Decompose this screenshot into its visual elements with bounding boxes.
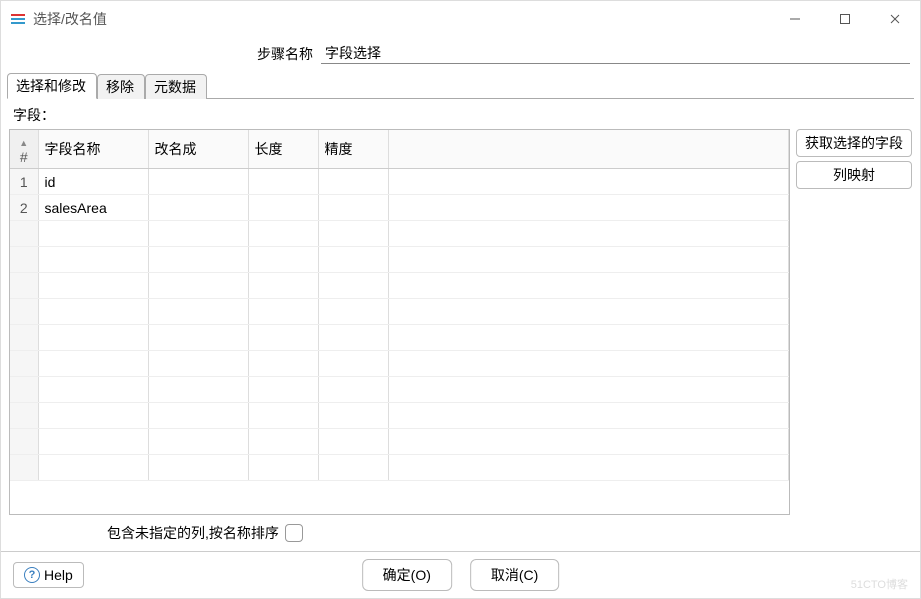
tab-remove[interactable]: 移除 xyxy=(97,74,145,99)
cell-rest xyxy=(388,195,789,221)
app-icon xyxy=(9,10,27,28)
cell-rownum: 2 xyxy=(10,195,38,221)
title-bar: 选择/改名值 xyxy=(1,1,920,37)
table-row[interactable] xyxy=(10,273,789,299)
watermark: 51CTO博客 xyxy=(851,576,908,592)
help-icon: ? xyxy=(24,567,40,583)
col-header-rownum[interactable]: ▲ # xyxy=(10,130,38,169)
col-header-rest xyxy=(388,130,789,169)
cell-rename[interactable] xyxy=(148,169,248,195)
step-name-label: 步骤名称 xyxy=(11,44,321,64)
table-row[interactable] xyxy=(10,299,789,325)
step-name-row: 步骤名称 xyxy=(1,37,920,72)
include-unspecified-checkbox[interactable] xyxy=(285,524,303,542)
close-button[interactable] xyxy=(870,1,920,37)
column-mapping-button[interactable]: 列映射 xyxy=(796,161,912,189)
step-name-input[interactable] xyxy=(321,43,910,64)
table-row[interactable] xyxy=(10,247,789,273)
include-unspecified-row: 包含未指定的列,按名称排序 xyxy=(7,515,914,551)
table-row[interactable] xyxy=(10,403,789,429)
dialog-footer: ? Help 确定(O) 取消(C) 51CTO博客 xyxy=(1,551,920,598)
window-title: 选择/改名值 xyxy=(33,9,107,29)
table-row[interactable] xyxy=(10,325,789,351)
main-area: ▲ # 字段名称 改名成 长度 精度 1 i xyxy=(7,129,914,515)
cell-fieldname[interactable]: salesArea xyxy=(38,195,148,221)
cell-rename[interactable] xyxy=(148,195,248,221)
help-button[interactable]: ? Help xyxy=(13,562,84,588)
table-row[interactable] xyxy=(10,429,789,455)
fields-label: 字段： xyxy=(7,103,914,129)
table-row[interactable] xyxy=(10,455,789,481)
maximize-button[interactable] xyxy=(820,1,870,37)
table-row[interactable] xyxy=(10,377,789,403)
col-header-rename[interactable]: 改名成 xyxy=(148,130,248,169)
cell-precision[interactable] xyxy=(318,195,388,221)
cell-rest xyxy=(388,169,789,195)
window-controls xyxy=(770,1,920,37)
cell-length[interactable] xyxy=(248,169,318,195)
side-buttons: 获取选择的字段 列映射 xyxy=(796,129,912,515)
cell-precision[interactable] xyxy=(318,169,388,195)
tab-metadata[interactable]: 元数据 xyxy=(145,74,207,99)
minimize-button[interactable] xyxy=(770,1,820,37)
col-header-fieldname[interactable]: 字段名称 xyxy=(38,130,148,169)
dialog-window: 选择/改名值 步骤名称 选择和修改 移除 元数据 字段： xyxy=(0,0,921,599)
table-row[interactable]: 2 salesArea xyxy=(10,195,789,221)
footer-center-buttons: 确定(O) 取消(C) xyxy=(362,559,560,591)
cell-length[interactable] xyxy=(248,195,318,221)
tab-select-modify[interactable]: 选择和修改 xyxy=(7,73,97,99)
table-header-row: ▲ # 字段名称 改名成 长度 精度 xyxy=(10,130,789,169)
get-fields-button[interactable]: 获取选择的字段 xyxy=(796,129,912,157)
col-header-precision[interactable]: 精度 xyxy=(318,130,388,169)
include-unspecified-label: 包含未指定的列,按名称排序 xyxy=(107,523,279,543)
tab-content: 字段： ▲ # 字段名称 改名成 长度 精度 xyxy=(7,98,914,551)
table-row[interactable] xyxy=(10,221,789,247)
sort-caret-icon: ▲ xyxy=(19,139,28,148)
cancel-button[interactable]: 取消(C) xyxy=(470,559,559,591)
cell-rownum: 1 xyxy=(10,169,38,195)
ok-button[interactable]: 确定(O) xyxy=(362,559,452,591)
fields-table[interactable]: ▲ # 字段名称 改名成 长度 精度 1 i xyxy=(9,129,790,515)
col-header-length[interactable]: 长度 xyxy=(248,130,318,169)
table-row[interactable] xyxy=(10,351,789,377)
table-row[interactable]: 1 id xyxy=(10,169,789,195)
tabs: 选择和修改 移除 元数据 xyxy=(1,72,920,98)
cell-fieldname[interactable]: id xyxy=(38,169,148,195)
